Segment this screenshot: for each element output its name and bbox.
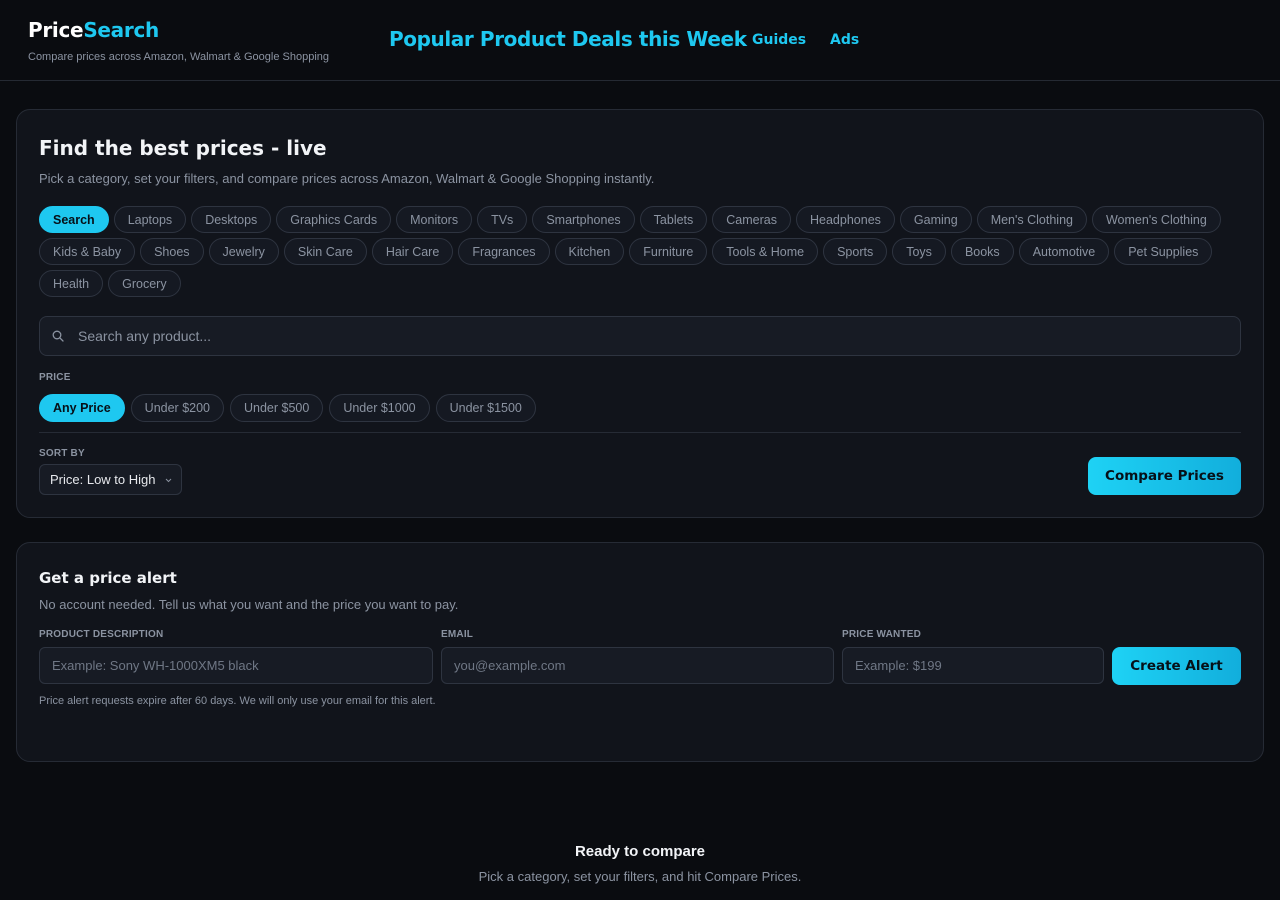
category-chip-sports[interactable]: Sports bbox=[823, 238, 888, 265]
brand-logo[interactable]: PriceSearch bbox=[28, 18, 159, 42]
category-chip-cameras[interactable]: Cameras bbox=[712, 206, 791, 233]
divider bbox=[39, 432, 1241, 433]
search-card-subtitle: Pick a category, set your filters, and c… bbox=[39, 171, 655, 186]
category-chip-jewelry[interactable]: Jewelry bbox=[208, 238, 279, 265]
price-chip-under-500[interactable]: Under $500 bbox=[230, 394, 324, 422]
create-alert-button[interactable]: Create Alert bbox=[1112, 647, 1241, 685]
category-chip-list: Search Laptops Desktops Graphics Cards Monit… bbox=[39, 206, 1239, 297]
price-wanted-field bbox=[842, 647, 1104, 684]
category-chip-monitors[interactable]: Monitors bbox=[396, 206, 473, 233]
price-chip-under-1500[interactable]: Under $1500 bbox=[435, 394, 536, 422]
category-chip-search[interactable]: Search bbox=[39, 206, 109, 233]
search-card-title: Find the best prices - live bbox=[39, 136, 327, 160]
category-chip-desktops[interactable]: Desktops bbox=[191, 206, 272, 233]
top-bar: PriceSearch Compare prices across Amazon… bbox=[0, 0, 1280, 81]
category-chip-smartphones[interactable]: Smartphones bbox=[532, 206, 635, 233]
product-search-box bbox=[39, 316, 1241, 356]
category-chip-furniture[interactable]: Furniture bbox=[629, 238, 708, 265]
category-chip-grocery[interactable]: Grocery bbox=[108, 270, 181, 297]
nav-guides-link[interactable]: Guides bbox=[752, 32, 806, 48]
category-chip-health[interactable]: Health bbox=[39, 270, 104, 297]
sort-by-select[interactable]: Price: Low to High bbox=[39, 464, 182, 495]
category-chip-pet-supplies[interactable]: Pet Supplies bbox=[1114, 238, 1213, 265]
category-chip-tvs[interactable]: TVs bbox=[477, 206, 528, 233]
category-chip-shoes[interactable]: Shoes bbox=[140, 238, 204, 265]
category-chip-automotive[interactable]: Automotive bbox=[1018, 238, 1110, 265]
popular-deals-link[interactable]: Popular Product Deals this Week bbox=[389, 27, 747, 51]
category-chip-gaming[interactable]: Gaming bbox=[899, 206, 972, 233]
empty-state-subtitle: Pick a category, set your filters, and h… bbox=[478, 869, 802, 884]
email-input[interactable] bbox=[442, 648, 833, 683]
category-chip-books[interactable]: Books bbox=[950, 238, 1014, 265]
chevron-down-icon bbox=[165, 478, 172, 483]
category-chip-headphones[interactable]: Headphones bbox=[796, 206, 895, 233]
price-search-card: Find the best prices - live Pick a categ… bbox=[16, 109, 1264, 518]
category-chip-kids-and-baby[interactable]: Kids & Baby bbox=[39, 238, 136, 265]
category-chip-laptops[interactable]: Laptops bbox=[113, 206, 187, 233]
brand-name-part1: Price bbox=[28, 18, 84, 42]
category-chip-mens-clothing[interactable]: Men's Clothing bbox=[976, 206, 1087, 233]
category-chip-womens-clothing[interactable]: Women's Clothing bbox=[1091, 206, 1221, 233]
product-description-field bbox=[39, 647, 433, 684]
category-chip-kitchen[interactable]: Kitchen bbox=[554, 238, 625, 265]
search-input[interactable] bbox=[78, 317, 1228, 355]
compare-prices-button[interactable]: Compare Prices bbox=[1088, 457, 1241, 495]
category-chip-fragrances[interactable]: Fragrances bbox=[458, 238, 550, 265]
email-field bbox=[441, 647, 834, 684]
category-chip-graphics-cards[interactable]: Graphics Cards bbox=[276, 206, 392, 233]
price-chip-under-200[interactable]: Under $200 bbox=[130, 394, 224, 422]
alert-card-subtitle: No account needed. Tell us what you want… bbox=[39, 597, 459, 612]
empty-state-title: Ready to compare bbox=[574, 843, 706, 860]
email-label: EMAIL bbox=[441, 629, 474, 640]
price-filter-chip-list: Any Price Under $200 Under $500 Under $1000… bbox=[39, 394, 536, 422]
price-alert-card: Get a price alert No account needed. Tel… bbox=[16, 542, 1264, 762]
price-filter-label: PRICE bbox=[39, 372, 71, 383]
nav-ads-link[interactable]: Ads bbox=[830, 32, 859, 48]
brand-tagline: Compare prices across Amazon, Walmart & … bbox=[28, 51, 330, 63]
search-icon bbox=[52, 330, 64, 342]
sort-by-value: Price: Low to High bbox=[50, 472, 156, 487]
category-chip-hair-care[interactable]: Hair Care bbox=[371, 238, 454, 265]
product-description-label: PRODUCT DESCRIPTION bbox=[39, 629, 164, 640]
price-wanted-input[interactable] bbox=[843, 648, 1103, 683]
sort-by-label: SORT BY bbox=[39, 448, 85, 459]
product-description-input[interactable] bbox=[40, 648, 432, 683]
brand-name-part2: Search bbox=[83, 18, 159, 42]
price-chip-under-1000[interactable]: Under $1000 bbox=[329, 394, 430, 422]
category-chip-tablets[interactable]: Tablets bbox=[639, 206, 708, 233]
category-chip-tools-and-home[interactable]: Tools & Home bbox=[712, 238, 819, 265]
price-wanted-label: PRICE WANTED bbox=[842, 629, 922, 640]
price-chip-any-price[interactable]: Any Price bbox=[39, 394, 125, 422]
category-chip-skin-care[interactable]: Skin Care bbox=[283, 238, 367, 265]
alert-expiry-note: Price alert requests expire after 60 day… bbox=[39, 695, 436, 707]
category-chip-toys[interactable]: Toys bbox=[892, 238, 946, 265]
alert-card-title: Get a price alert bbox=[39, 569, 177, 587]
